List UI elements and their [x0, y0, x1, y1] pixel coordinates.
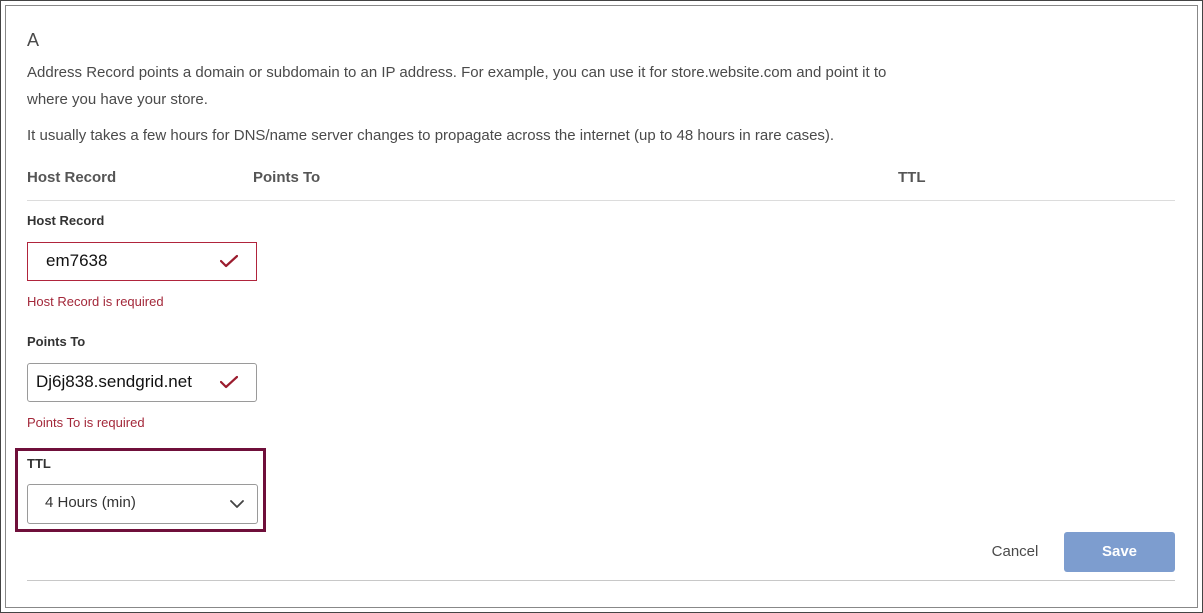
column-header-ttl: TTL: [898, 169, 926, 186]
points-to-label: Points To: [27, 334, 86, 349]
ttl-selected-value: 4 Hours (min): [45, 494, 136, 511]
ttl-label: TTL: [27, 456, 51, 471]
host-record-value: em7638: [46, 251, 108, 270]
save-button[interactable]: Save: [1064, 532, 1175, 572]
record-description: Address Record points a domain or subdom…: [27, 64, 887, 108]
record-type-title: A: [27, 30, 40, 50]
host-record-input[interactable]: em7638: [27, 242, 257, 281]
column-header-host-record: Host Record: [27, 169, 117, 186]
header-divider: [27, 200, 1175, 201]
checkmark-icon: [220, 375, 238, 389]
cancel-button[interactable]: Cancel: [975, 533, 1055, 571]
propagation-note: It usually takes a few hours for DNS/nam…: [27, 127, 835, 144]
chevron-down-icon: [230, 500, 244, 508]
points-to-input[interactable]: Dj6j838.sendgrid.net: [27, 363, 257, 402]
checkmark-icon: [220, 254, 238, 268]
ttl-select[interactable]: 4 Hours (min): [27, 484, 258, 524]
host-record-error: Host Record is required: [27, 294, 164, 309]
host-record-label: Host Record: [27, 213, 105, 228]
footer-divider: [27, 580, 1175, 581]
column-header-points-to: Points To: [253, 169, 321, 186]
points-to-error: Points To is required: [27, 415, 145, 430]
points-to-value: Dj6j838.sendgrid.net: [36, 372, 192, 391]
